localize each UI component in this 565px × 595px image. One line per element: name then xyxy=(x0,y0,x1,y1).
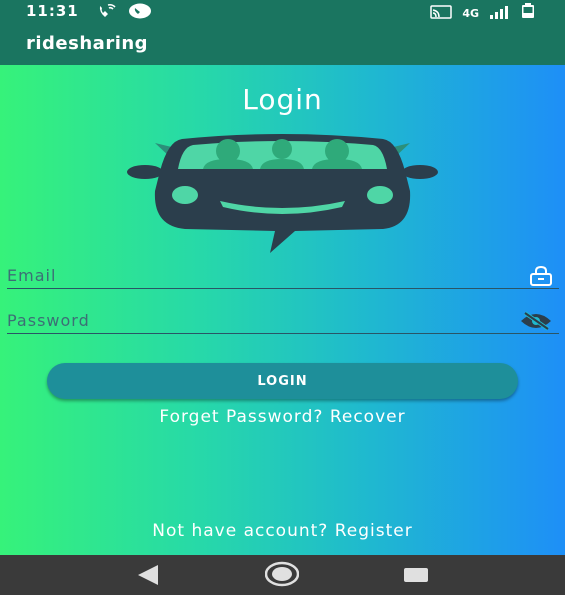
password-field-container xyxy=(7,309,559,334)
app-title: ridesharing xyxy=(26,33,149,54)
lock-icon xyxy=(529,265,553,290)
recents-icon[interactable] xyxy=(403,567,429,587)
message-icon xyxy=(128,3,152,24)
navigation-bar xyxy=(0,555,565,595)
status-bar: 11:31 4G xyxy=(0,0,565,23)
app-bar: ridesharing xyxy=(0,23,565,65)
register-link[interactable]: Not have account? Register xyxy=(0,521,565,541)
cast-icon xyxy=(430,4,453,23)
page-title: Login xyxy=(242,83,323,116)
car-logo-icon xyxy=(125,131,440,259)
email-field-container xyxy=(7,264,559,289)
signal-icon xyxy=(489,4,511,23)
home-icon[interactable] xyxy=(264,561,300,591)
back-icon[interactable] xyxy=(136,563,160,591)
email-field[interactable] xyxy=(7,264,507,286)
4g-lte-icon: 4G xyxy=(462,6,479,20)
login-screen: Login Email LOGIN Forget Password? Recov… xyxy=(0,65,565,555)
status-time: 11:31 xyxy=(26,2,79,20)
login-button[interactable]: LOGIN xyxy=(47,363,518,399)
wifi-call-icon xyxy=(97,3,117,23)
password-field[interactable] xyxy=(7,309,507,331)
forgot-password-link[interactable]: Forget Password? Recover xyxy=(0,407,565,427)
network-label: 4G xyxy=(462,6,479,20)
battery-icon xyxy=(521,3,535,23)
status-right-icons: 4G xyxy=(430,3,535,23)
visibility-off-icon[interactable] xyxy=(519,311,553,335)
